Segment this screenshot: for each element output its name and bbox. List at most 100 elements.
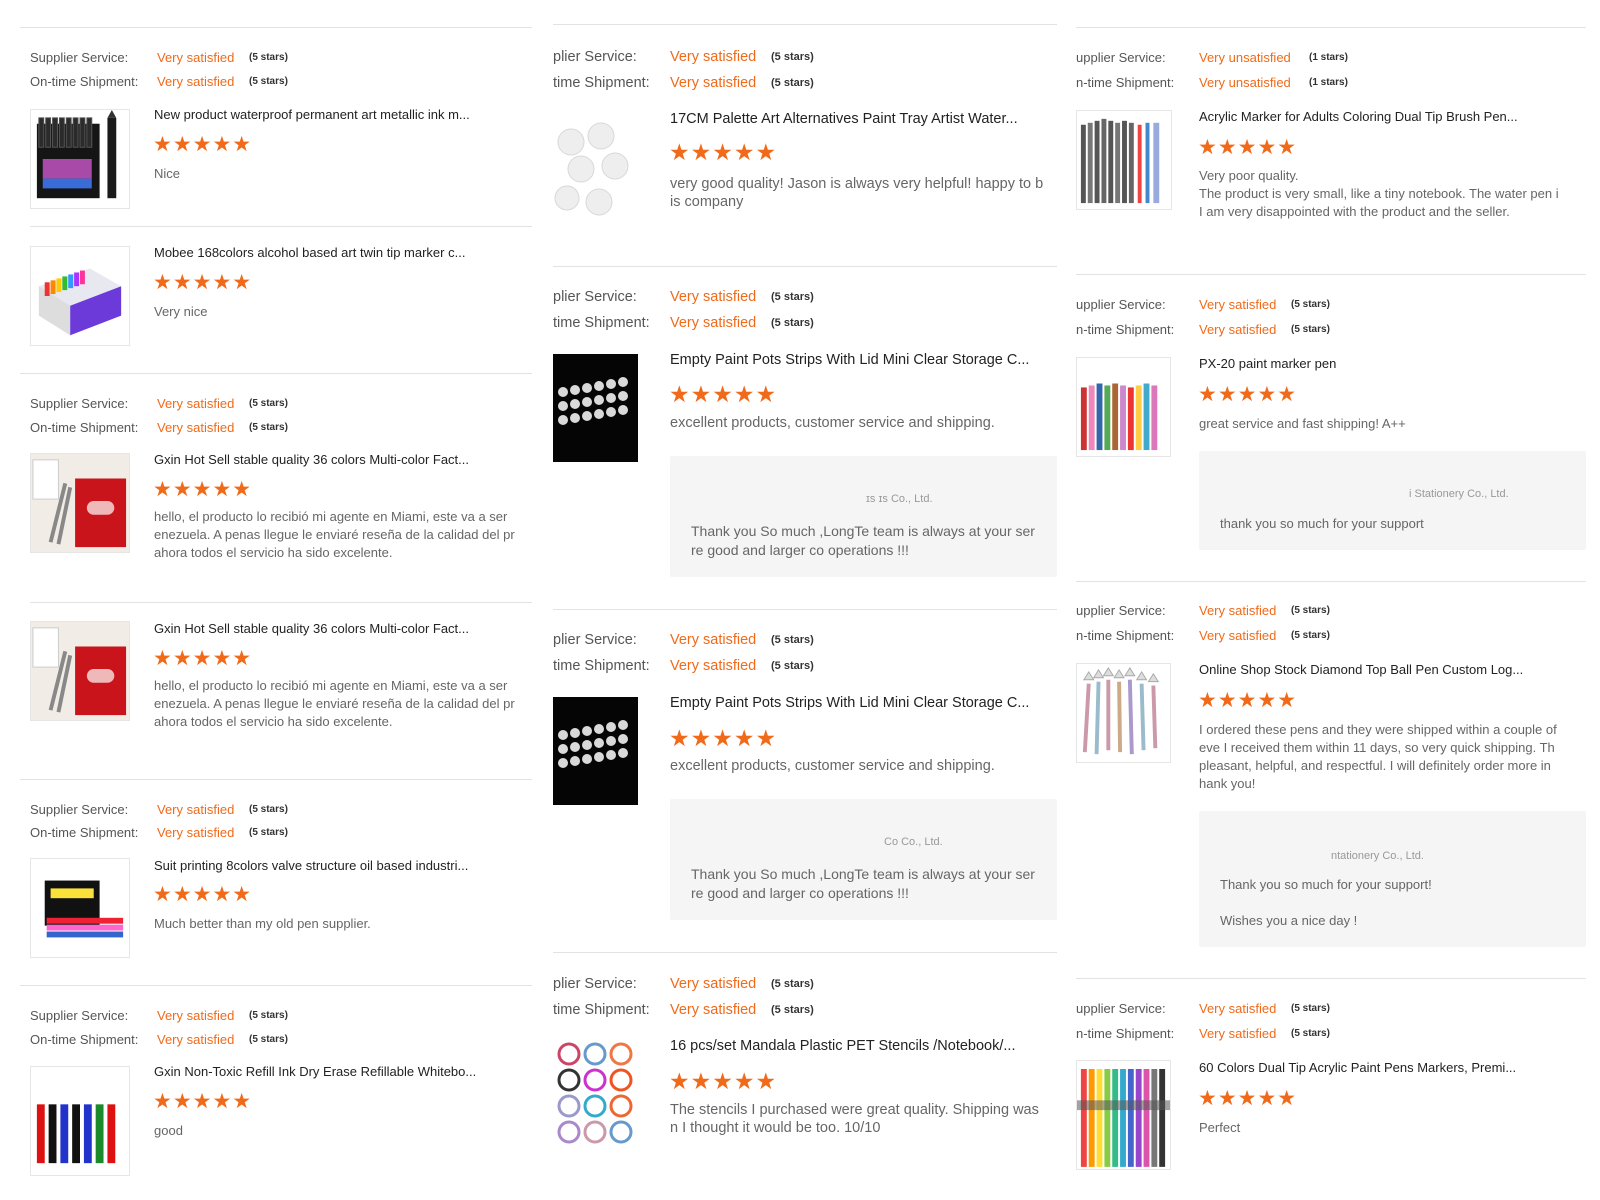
dual-tip-pens-icon[interactable] [1076,110,1172,210]
ontime-shipment-row: n-time Shipment: Very satisfied (5 stars… [1076,1024,1330,1042]
ontime-shipment-label: On-time Shipment: [30,824,139,840]
product-title[interactable]: Gxin Hot Sell stable quality 36 colors M… [154,452,524,467]
supplier-service-rating: Very satisfied [157,801,235,817]
supplier-service-label: Supplier Service: [30,1007,129,1023]
supplier-service-row: plier Service: Very satisfied (5 stars) [553,48,814,66]
ontime-shipment-label: On-time Shipment: [30,73,139,89]
product-title[interactable]: Empty Paint Pots Strips With Lid Mini Cl… [670,352,1057,368]
paint-marker-pack-icon[interactable] [30,858,130,958]
ontime-shipment-label: time Shipment: [553,75,650,91]
ontime-shipment-stars-count: (5 stars) [771,317,814,329]
product-title[interactable]: Mobee 168colors alcohol based art twin t… [154,245,524,260]
ontime-shipment-rating: Very satisfied [1199,321,1277,337]
reply-sender: ntationery Co., Ltd. [1331,850,1424,862]
reply-message: Thank you so much for your support! Wish… [1220,877,1432,928]
ontime-shipment-label: time Shipment: [553,1002,650,1018]
acrylic-pens-icon[interactable] [1076,1060,1171,1170]
supplier-service-stars-count: (5 stars) [249,803,288,815]
divider [20,985,532,986]
ontime-shipment-rating: Very unsatisfied [1199,74,1291,90]
supplier-reply: i Stationery Co., Ltd. thank you so much… [1199,451,1586,550]
review-text: Much better than my old pen supplier. [154,916,371,931]
paint-tray-icon[interactable] [553,114,638,222]
ontime-shipment-rating: Very satisfied [670,75,757,91]
paint-marker-pens-icon[interactable] [1076,357,1171,457]
supplier-service-rating: Very satisfied [157,49,235,65]
supplier-service-rating: Very satisfied [157,395,235,411]
supplier-service-label: plier Service: [553,976,637,992]
product-title[interactable]: 16 pcs/set Mandala Plastic PET Stencils … [670,1038,1057,1054]
divider [20,373,532,374]
whiteboard-markers-icon[interactable] [30,1066,130,1176]
supplier-service-stars-count: (5 stars) [249,1009,288,1021]
ontime-shipment-row: time Shipment: Very satisfied (5 stars) [553,314,814,332]
supplier-service-label: upplier Service: [1076,296,1166,312]
ontime-shipment-stars-count: (5 stars) [1291,1027,1330,1039]
supplier-service-stars-count: (1 stars) [1309,51,1348,63]
review-column-1: Supplier Service: Very satisfied (5 star… [20,0,532,1200]
red-marker-box-icon[interactable] [30,453,130,553]
product-title[interactable]: Acrylic Marker for Adults Coloring Dual … [1199,109,1579,124]
ontime-shipment-label: n-time Shipment: [1076,1025,1175,1041]
divider [553,266,1057,267]
product-title[interactable]: Empty Paint Pots Strips With Lid Mini Cl… [670,695,1057,711]
review-text: hello, el producto lo recibió mi agente … [154,509,515,560]
divider [1076,27,1586,28]
product-title[interactable]: New product waterproof permanent art met… [154,107,524,122]
ontime-shipment-label: n-time Shipment: [1076,321,1175,337]
supplier-service-stars-count: (5 stars) [1291,1002,1330,1014]
supplier-service-row: Supplier Service: Very satisfied (5 star… [30,800,288,818]
reply-sender: i Stationery Co., Ltd. [1409,488,1509,500]
product-title[interactable]: Gxin Hot Sell stable quality 36 colors M… [154,621,524,636]
star-rating: ★★★★★ [153,647,253,670]
mandala-stencils-icon[interactable] [553,1040,638,1148]
marker-box-icon[interactable] [30,246,130,346]
paint-pots-icon[interactable] [553,697,638,805]
product-title[interactable]: 17CM Palette Art Alternatives Paint Tray… [670,111,1057,127]
ontime-shipment-label: n-time Shipment: [1076,627,1175,643]
product-title[interactable]: Gxin Non-Toxic Refill Ink Dry Erase Refi… [154,1064,524,1079]
ontime-shipment-rating: Very satisfied [670,315,757,331]
supplier-service-stars-count: (5 stars) [771,291,814,303]
ontime-shipment-row: On-time Shipment: Very satisfied (5 star… [30,72,288,90]
ontime-shipment-row: time Shipment: Very satisfied (5 stars) [553,657,814,675]
supplier-service-row: plier Service: Very satisfied (5 stars) [553,975,814,993]
divider [20,27,532,28]
supplier-service-stars-count: (5 stars) [1291,604,1330,616]
ontime-shipment-stars-count: (5 stars) [771,77,814,89]
ontime-shipment-stars-count: (5 stars) [1291,323,1330,335]
red-marker-box-icon[interactable] [30,621,130,721]
product-title[interactable]: Online Shop Stock Diamond Top Ball Pen C… [1199,662,1579,677]
supplier-service-row: upplier Service: Very unsatisfied (1 sta… [1076,48,1348,66]
divider [553,609,1057,610]
review-text: excellent products, customer service and… [670,415,995,431]
supplier-service-label: upplier Service: [1076,602,1166,618]
review-text: hello, el producto lo recibió mi agente … [154,678,515,729]
star-rating: ★★★★★ [153,133,253,156]
ontime-shipment-rating: Very satisfied [670,1002,757,1018]
ontime-shipment-rating: Very satisfied [1199,1025,1277,1041]
ontime-shipment-rating: Very satisfied [157,824,235,840]
product-title[interactable]: PX-20 paint marker pen [1199,356,1579,371]
review-column-3: upplier Service: Very unsatisfied (1 sta… [1076,0,1586,1200]
divider [553,952,1057,953]
product-title[interactable]: 60 Colors Dual Tip Acrylic Paint Pens Ma… [1199,1060,1579,1075]
review-text: Nice [154,166,181,181]
supplier-service-label: Supplier Service: [30,395,129,411]
reply-sender: ɪs ɪs Co., Ltd. [866,493,933,505]
ontime-shipment-rating: Very satisfied [670,658,757,674]
supplier-service-rating: Very satisfied [1199,602,1277,618]
product-title[interactable]: Suit printing 8colors valve structure oi… [154,858,524,873]
ontime-shipment-label: On-time Shipment: [30,1031,139,1047]
ontime-shipment-stars-count: (5 stars) [249,421,288,433]
review-text: very good quality! Jason is always very … [670,176,1044,210]
ontime-shipment-rating: Very satisfied [157,1031,235,1047]
ontime-shipment-stars-count: (5 stars) [771,660,814,672]
diamond-pens-icon[interactable] [1076,663,1171,763]
reply-message: Thank you So much ,LongTe team is always… [691,866,1035,901]
review-text: The stencils I purchased were great qual… [670,1102,1039,1136]
paint-pots-icon[interactable] [553,354,638,462]
review-text: excellent products, customer service and… [670,758,995,774]
marker-set-icon[interactable] [30,109,130,209]
supplier-service-stars-count: (5 stars) [249,397,288,409]
